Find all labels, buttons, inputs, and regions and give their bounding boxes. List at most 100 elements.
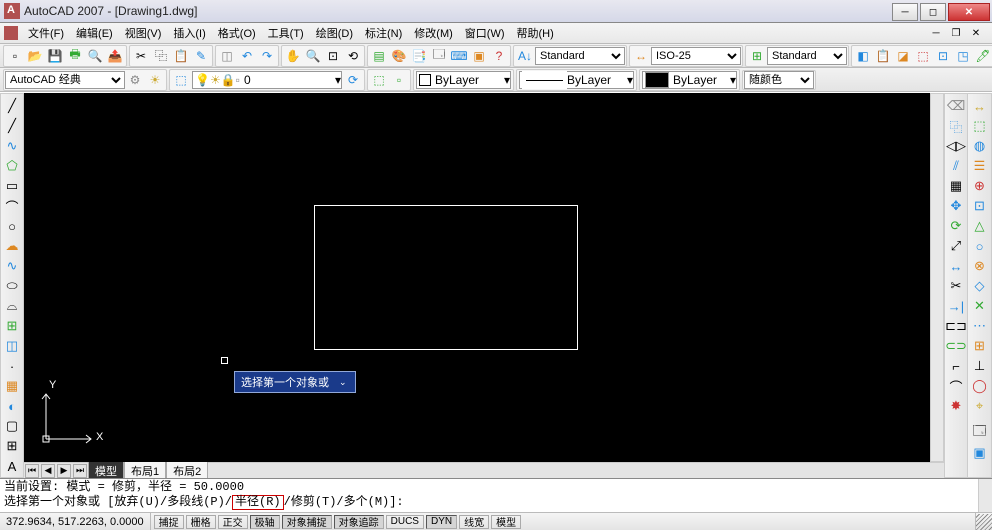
dimstyle-icon[interactable]: ↔ bbox=[632, 47, 650, 65]
cut-icon[interactable]: ✂ bbox=[132, 47, 150, 65]
t1-btn-a[interactable]: 📋 bbox=[874, 47, 892, 65]
t1-btn-d[interactable]: ⊡ bbox=[934, 47, 952, 65]
redo-icon[interactable]: ↷ bbox=[258, 47, 276, 65]
cleanscreen-icon[interactable]: ▣ bbox=[470, 47, 488, 65]
drawing-canvas[interactable]: 选择第一个对象或 ⌄ X Y bbox=[24, 93, 944, 462]
mtext-icon[interactable]: A bbox=[3, 457, 21, 475]
spline-icon[interactable]: ∿ bbox=[3, 257, 21, 275]
tab-next-icon[interactable]: ▶ bbox=[57, 464, 71, 478]
osnap-tan-icon[interactable]: ◯ bbox=[971, 377, 989, 395]
circle-icon[interactable]: ○ bbox=[3, 217, 21, 235]
break-icon[interactable]: ⊏⊐ bbox=[947, 317, 965, 335]
command-scrollbar[interactable] bbox=[978, 479, 992, 512]
resize-grip-icon[interactable] bbox=[976, 514, 992, 530]
open-icon[interactable]: 📂 bbox=[26, 47, 44, 65]
copy-obj-icon[interactable]: ⿻ bbox=[947, 117, 965, 135]
workspace-select[interactable]: AutoCAD 经典 bbox=[5, 71, 125, 89]
distance-icon[interactable]: ↔ bbox=[971, 97, 989, 115]
ducs-toggle[interactable]: DUCS bbox=[386, 515, 424, 529]
zoom-realtime-icon[interactable]: 🔍 bbox=[304, 47, 322, 65]
ws-settings-icon[interactable]: ⚙ bbox=[126, 71, 144, 89]
ws-lock-icon[interactable]: ☀ bbox=[146, 71, 164, 89]
table-icon[interactable]: ⊞ bbox=[3, 437, 21, 455]
snap-toggle[interactable]: 捕捉 bbox=[154, 515, 184, 529]
osnap-perp-icon[interactable]: ⊥ bbox=[971, 357, 989, 375]
vertical-scrollbar[interactable] bbox=[930, 93, 944, 462]
pan-icon[interactable]: ✋ bbox=[284, 47, 302, 65]
tab-last-icon[interactable]: ⏭ bbox=[73, 464, 87, 478]
layer-tools-icon[interactable]: ⟳ bbox=[344, 71, 362, 89]
menu-view[interactable]: 视图(V) bbox=[119, 23, 168, 43]
menu-file[interactable]: 文件(F) bbox=[22, 23, 70, 43]
t1-btn-f[interactable]: 🖊 bbox=[974, 47, 992, 65]
t1-btn-c[interactable]: ⬚ bbox=[914, 47, 932, 65]
doc-close-button[interactable]: ✕ bbox=[967, 26, 985, 40]
make-block-icon[interactable]: ◫ bbox=[3, 337, 21, 355]
menu-insert[interactable]: 插入(I) bbox=[167, 23, 211, 43]
menu-dimension[interactable]: 标注(N) bbox=[359, 23, 408, 43]
tablestyle-icon[interactable]: ⊞ bbox=[748, 47, 766, 65]
coordinates-display[interactable]: 372.9634, 517.2263, 0.0000 bbox=[0, 513, 151, 530]
tab-prev-icon[interactable]: ◀ bbox=[41, 464, 55, 478]
explode-icon[interactable]: ✸ bbox=[947, 397, 965, 415]
osnap-ins-icon[interactable]: ⊞ bbox=[971, 337, 989, 355]
paste-icon[interactable]: 📋 bbox=[172, 47, 190, 65]
textstyle-icon[interactable]: A↓ bbox=[516, 47, 534, 65]
publish-icon[interactable]: 📤 bbox=[106, 47, 124, 65]
osnap-none-icon[interactable]: 🗔 bbox=[971, 424, 989, 442]
layer-dropdown-handle[interactable]: 💡 ☀ 🔒 ▫ 0 ▾ bbox=[192, 71, 342, 89]
region-icon[interactable]: ▢ bbox=[3, 417, 21, 435]
zoom-prev-icon[interactable]: ⟲ bbox=[344, 47, 362, 65]
list-icon[interactable]: ☰ bbox=[971, 157, 989, 175]
design-center-icon[interactable]: ◧ bbox=[854, 47, 872, 65]
rotate-icon[interactable]: ⟳ bbox=[947, 217, 965, 235]
zoom-window-icon[interactable]: ⊡ bbox=[324, 47, 342, 65]
offset-icon[interactable]: ⫽ bbox=[947, 157, 965, 175]
tool-palette-icon[interactable]: 🎨 bbox=[390, 47, 408, 65]
t1-btn-e[interactable]: ◳ bbox=[954, 47, 972, 65]
close-button[interactable]: ✕ bbox=[948, 3, 990, 21]
hatch-icon[interactable]: ▦ bbox=[3, 377, 21, 395]
mass-icon[interactable]: ◍ bbox=[971, 137, 989, 155]
lwt-toggle[interactable]: 线宽 bbox=[459, 515, 489, 529]
trim-icon[interactable]: ✂ bbox=[947, 277, 965, 295]
otrack-toggle[interactable]: 对象追踪 bbox=[334, 515, 384, 529]
insert-block-icon[interactable]: ⊞ bbox=[3, 317, 21, 335]
save-icon[interactable]: 💾 bbox=[46, 47, 64, 65]
copy-icon[interactable]: ⿻ bbox=[152, 47, 170, 65]
color-control[interactable]: ByLayer ▾ bbox=[416, 71, 511, 89]
model-toggle[interactable]: 模型 bbox=[491, 515, 521, 529]
rectangle-icon[interactable]: ▭ bbox=[3, 177, 21, 195]
osnap-ext-icon[interactable]: ⋯ bbox=[971, 317, 989, 335]
mirror-icon[interactable]: ◁▷ bbox=[947, 137, 965, 155]
menu-window[interactable]: 窗口(W) bbox=[459, 23, 511, 43]
osnap-end-icon[interactable]: ⊡ bbox=[971, 197, 989, 215]
dimstyle-select[interactable]: ISO-25 bbox=[651, 47, 741, 65]
polygon-icon[interactable]: ⬠ bbox=[3, 157, 21, 175]
undo-icon[interactable]: ↶ bbox=[238, 47, 256, 65]
plotstyle-select[interactable]: 随颜色 bbox=[744, 71, 814, 89]
line-icon[interactable]: ╱ bbox=[3, 97, 21, 115]
new-icon[interactable]: ▫ bbox=[6, 47, 24, 65]
move-icon[interactable]: ✥ bbox=[947, 197, 965, 215]
ellipse-arc-icon[interactable]: ⌓ bbox=[3, 297, 21, 315]
dyn-toggle[interactable]: DYN bbox=[426, 515, 457, 529]
revcloud-icon[interactable]: ☁ bbox=[3, 237, 21, 255]
stretch-icon[interactable]: ↔ bbox=[947, 257, 965, 275]
preview-icon[interactable]: 🔍 bbox=[86, 47, 104, 65]
osnap-mid-icon[interactable]: △ bbox=[971, 217, 989, 235]
array-icon[interactable]: ▦ bbox=[947, 177, 965, 195]
block-icon[interactable]: ◫ bbox=[218, 47, 236, 65]
menu-modify[interactable]: 修改(M) bbox=[408, 23, 459, 43]
arc-icon[interactable]: ⌒ bbox=[3, 197, 21, 215]
menu-help[interactable]: 帮助(H) bbox=[511, 23, 560, 43]
osnap-quad-icon[interactable]: ◇ bbox=[971, 277, 989, 295]
polyline-icon[interactable]: ∿ bbox=[3, 137, 21, 155]
gradient-icon[interactable]: ◐ bbox=[3, 397, 21, 415]
osnap-int-icon[interactable]: ✕ bbox=[971, 297, 989, 315]
layer-states-icon[interactable]: ⬚ bbox=[370, 71, 388, 89]
osnap-node-icon[interactable]: ⊗ bbox=[971, 257, 989, 275]
locate-icon[interactable]: ⊕ bbox=[971, 177, 989, 195]
linetype-control[interactable]: ByLayer ▾ bbox=[519, 71, 634, 89]
t1-btn-b[interactable]: ◪ bbox=[894, 47, 912, 65]
